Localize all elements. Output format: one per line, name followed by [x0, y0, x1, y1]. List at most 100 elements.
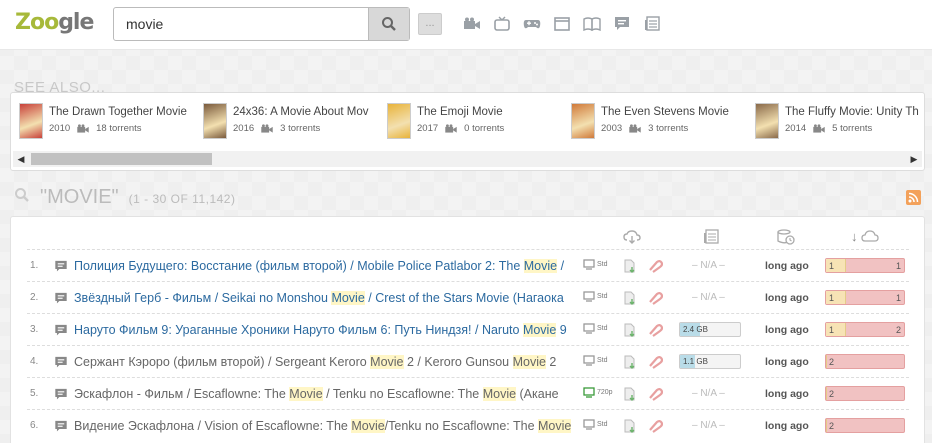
- age-value: long ago: [765, 356, 809, 368]
- tv-icon[interactable]: [493, 15, 511, 33]
- sort-desc-arrow-icon[interactable]: ↓: [851, 229, 858, 244]
- search-icon: [382, 17, 396, 31]
- size-bar: 1.1 GB: [679, 354, 741, 369]
- download-file-icon[interactable]: [623, 355, 637, 369]
- search-box: [113, 7, 410, 41]
- table-row[interactable]: 3. Наруто Фильм 9: Ураганные Хроники Нару…: [27, 313, 909, 345]
- magnet-icon[interactable]: [647, 419, 663, 433]
- movie-poster[interactable]: [203, 103, 227, 139]
- size-column-icon[interactable]: [703, 229, 719, 245]
- download-file-icon[interactable]: [623, 291, 637, 305]
- see-also-item[interactable]: 24x36: A Movie About Mov 2016 3 torrents: [203, 103, 383, 143]
- see-also-item-torrents: 18 torrents: [96, 123, 142, 134]
- logo[interactable]: Zoogle: [15, 10, 94, 35]
- video-icon[interactable]: [463, 15, 481, 33]
- see-also-item-title[interactable]: The Even Stevens Movie: [601, 106, 751, 118]
- magnet-icon[interactable]: [647, 323, 663, 337]
- see-also-item-meta: 2010 18 torrents: [49, 123, 142, 134]
- see-also-item-meta: 2017 0 torrents: [417, 123, 504, 134]
- download-file-icon[interactable]: [623, 387, 637, 401]
- see-also-item-year: 2017: [417, 123, 439, 134]
- movie-poster[interactable]: [19, 103, 43, 139]
- torrent-title-link[interactable]: Полиция Будущего: Восстание (фильм второ…: [74, 259, 572, 273]
- see-also-item[interactable]: The Even Stevens Movie 2003 3 torrents: [571, 103, 751, 143]
- see-also-item-title[interactable]: The Drawn Together Movie: [49, 106, 199, 118]
- more-options-button[interactable]: ...: [418, 13, 442, 35]
- peers-bar: 2: [825, 386, 905, 401]
- see-also-item-torrents: 0 torrents: [464, 123, 505, 134]
- download-file-icon[interactable]: [623, 323, 637, 337]
- query-highlight: Movie: [523, 259, 558, 273]
- see-also-item[interactable]: The Drawn Together Movie 2010 18 torrents: [19, 103, 199, 143]
- table-row[interactable]: 5. Эскафлон - Фильм / Escaflowne: The Mov…: [27, 377, 909, 409]
- age-value: long ago: [765, 420, 809, 432]
- see-also-item-title[interactable]: The Fluffy Movie: Unity Th: [785, 106, 919, 118]
- table-row[interactable]: 6. Видение Эскафлона / Vision of Escaflow…: [27, 409, 909, 441]
- download-file-icon[interactable]: [623, 259, 637, 273]
- torrent-title-link[interactable]: Сержант Кэроро (фильм второй) / Sergeant…: [74, 355, 572, 369]
- scroll-thumb[interactable]: [31, 153, 212, 165]
- movie-poster[interactable]: [755, 103, 779, 139]
- row-number: 4.: [30, 356, 39, 367]
- row-number: 5.: [30, 388, 39, 399]
- quality-badge: Std: [583, 419, 608, 430]
- torrent-title-link[interactable]: Звёздный Герб - Фильм / Seikai no Monsho…: [74, 291, 572, 305]
- quality-badge: Std: [583, 323, 608, 334]
- torrent-title-link[interactable]: Эскафлон - Фильм / Escaflowne: The Movie…: [74, 387, 572, 401]
- age-value: long ago: [765, 292, 809, 304]
- size-na: – N/A –: [692, 388, 725, 399]
- size-bar: 2.4 GB: [679, 322, 741, 337]
- date-column-icon[interactable]: [777, 229, 795, 245]
- torrent-title-link[interactable]: Видение Эскафлона / Vision of Escaflowne…: [74, 419, 572, 433]
- table-row[interactable]: 4. Сержант Кэроро (фильм второй) / Sergea…: [27, 345, 909, 377]
- horizontal-scrollbar[interactable]: ◀ ▶: [13, 151, 922, 167]
- movie-poster[interactable]: [571, 103, 595, 139]
- movie-poster[interactable]: [387, 103, 411, 139]
- query-highlight: Movie: [512, 355, 546, 369]
- see-also-item-meta: 2014 5 torrents: [785, 123, 872, 134]
- size-na: – N/A –: [692, 420, 725, 431]
- video-icon: [629, 123, 641, 133]
- download-cloud-icon[interactable]: [623, 229, 641, 245]
- news-icon[interactable]: [643, 15, 661, 33]
- results-count: (1 - 30 OF 11,142): [128, 192, 236, 206]
- query-highlight: Movie: [331, 291, 365, 305]
- see-also-track: The Drawn Together Movie 2010 18 torrents 2…: [19, 103, 919, 143]
- search-icon: [15, 188, 29, 202]
- video-icon: [77, 123, 89, 133]
- see-also-item[interactable]: The Fluffy Movie: Unity Th 2014 5 torrents: [755, 103, 919, 143]
- query-highlight: Movie: [289, 387, 323, 401]
- search-input[interactable]: [114, 8, 368, 40]
- table-row[interactable]: 1. Полиция Будущего: Восстание (фильм вто…: [27, 249, 909, 281]
- peers-bar: 12: [825, 322, 905, 337]
- quality-badge: Std: [583, 259, 608, 270]
- peers-cloud-icon[interactable]: [861, 230, 879, 242]
- see-also-item-torrents: 5 torrents: [832, 123, 873, 134]
- software-icon[interactable]: [553, 15, 571, 33]
- comment-icon: [55, 420, 67, 432]
- rss-icon[interactable]: [906, 190, 921, 205]
- scroll-left-arrow-icon[interactable]: ◀: [13, 151, 29, 167]
- see-also-item-title[interactable]: The Emoji Movie: [417, 106, 567, 118]
- games-icon[interactable]: [523, 15, 541, 33]
- table-row[interactable]: 2. Звёздный Герб - Фильм / Seikai no Mons…: [27, 281, 909, 313]
- screen-icon: [583, 387, 595, 398]
- magnet-icon[interactable]: [647, 355, 663, 369]
- magnet-icon[interactable]: [647, 259, 663, 273]
- screen-icon: [583, 355, 595, 366]
- search-button[interactable]: [368, 8, 409, 40]
- magnet-icon[interactable]: [647, 291, 663, 305]
- magnet-icon[interactable]: [647, 387, 663, 401]
- comment-icon: [55, 260, 67, 272]
- see-also-item-title[interactable]: 24x36: A Movie About Mov: [233, 106, 383, 118]
- see-also-item[interactable]: The Emoji Movie 2017 0 torrents: [387, 103, 567, 143]
- chat-icon[interactable]: [613, 15, 631, 33]
- scroll-right-arrow-icon[interactable]: ▶: [906, 151, 922, 167]
- download-file-icon[interactable]: [623, 419, 637, 433]
- comment-icon: [55, 324, 67, 336]
- torrent-title-link[interactable]: Наруто Фильм 9: Ураганные Хроники Наруто…: [74, 323, 572, 337]
- age-value: long ago: [765, 324, 809, 336]
- query-highlight: Movie: [538, 419, 572, 433]
- books-icon[interactable]: [583, 15, 601, 33]
- age-value: long ago: [765, 388, 809, 400]
